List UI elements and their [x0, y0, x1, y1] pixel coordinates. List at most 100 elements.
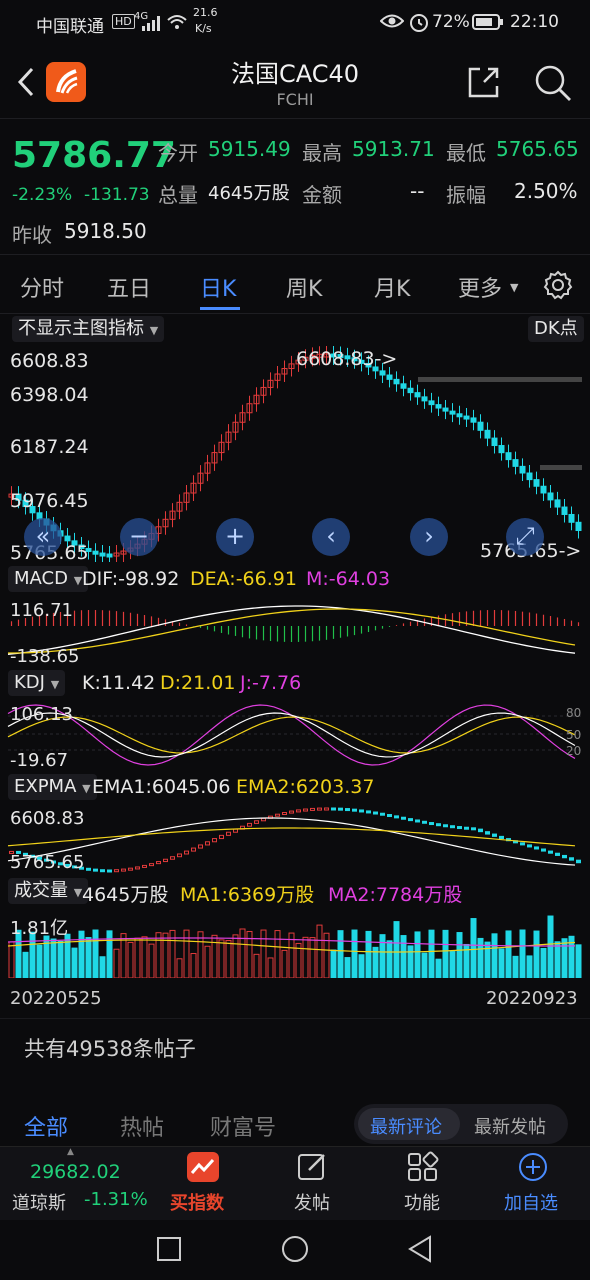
- volume-bar: [498, 948, 505, 978]
- y-label-1: 6608.83: [10, 350, 89, 372]
- candle-body: [547, 492, 554, 501]
- kdj-ref-50: 50: [566, 728, 582, 742]
- settings-gear-icon[interactable]: [542, 269, 574, 301]
- kdj-dropdown[interactable]: KDJ ▼: [8, 670, 66, 696]
- tab-intraday[interactable]: 分时: [20, 271, 64, 303]
- zoom-in-button[interactable]: +: [216, 518, 254, 556]
- volume-bar: [386, 940, 393, 978]
- tab-five-day[interactable]: 五日: [107, 271, 151, 303]
- dk-button[interactable]: DK点: [528, 316, 584, 342]
- tab-weekly-k[interactable]: 周K: [286, 271, 322, 303]
- candle-body: [99, 552, 106, 557]
- volume-bar: [141, 936, 148, 978]
- post-tabs: 全部 热帖 财富号 最新评论 最新发帖: [0, 1096, 590, 1146]
- function-grid-icon[interactable]: [406, 1151, 440, 1183]
- expma-candle: [338, 807, 343, 811]
- post-edit-icon[interactable]: [296, 1151, 330, 1183]
- expma-candle: [450, 825, 455, 829]
- expma-candle: [520, 842, 525, 846]
- expma-y-bottom: 5765.65: [10, 852, 85, 873]
- fullscreen-button[interactable]: ⤢: [506, 518, 544, 556]
- expma-candle: [107, 869, 112, 873]
- post-tab-wealth[interactable]: 财富号: [210, 1110, 276, 1142]
- volume-bar: [365, 930, 372, 978]
- volume-bar: [57, 940, 64, 978]
- post-label[interactable]: 发帖: [294, 1189, 330, 1215]
- candle-body: [540, 485, 547, 494]
- expma-candle: [219, 834, 224, 840]
- y-label-4: 5976.45: [10, 490, 89, 512]
- volume-bar: [414, 931, 421, 978]
- ticker-expand-icon[interactable]: ▲: [67, 1147, 74, 1157]
- search-icon[interactable]: [533, 63, 573, 103]
- volume-dropdown[interactable]: 成交量 ▼: [8, 878, 89, 904]
- expma-candle: [464, 826, 469, 830]
- main-indicator-dropdown[interactable]: 不显示主图指标 ▼: [12, 316, 165, 342]
- back-icon[interactable]: [406, 1234, 434, 1264]
- volume-bar: [477, 937, 484, 978]
- macd-dropdown[interactable]: MACD ▼: [8, 566, 89, 592]
- volume-bar: [22, 951, 29, 978]
- scroll-right-button[interactable]: ›: [410, 518, 448, 556]
- amount-label: 金额: [302, 183, 342, 207]
- eye-icon: [380, 14, 404, 28]
- post-tab-hot[interactable]: 热帖: [120, 1110, 164, 1142]
- expma-candle: [471, 827, 476, 831]
- candle-body: [512, 459, 519, 467]
- more-dropdown-icon[interactable]: ▼: [510, 281, 518, 294]
- expma-candle: [184, 850, 189, 855]
- expma-candle: [303, 808, 308, 812]
- expma-candle: [212, 838, 217, 843]
- scroll-start-button[interactable]: «: [24, 518, 62, 556]
- kdj-y-bottom: -19.67: [10, 750, 69, 771]
- expma-candle: [387, 814, 392, 818]
- volume-bar: [540, 947, 547, 978]
- macd-dropdown-icon: ▼: [73, 574, 83, 587]
- post-count-bar[interactable]: 共有49538条帖子: [0, 1018, 590, 1074]
- volume-bar: [302, 936, 309, 978]
- expma-candle: [142, 864, 147, 868]
- amplitude-value: 2.50%: [514, 179, 578, 203]
- function-label[interactable]: 功能: [404, 1189, 440, 1215]
- tab-monthly-k[interactable]: 月K: [374, 271, 410, 303]
- tab-more[interactable]: 更多: [458, 271, 502, 303]
- volume-bar: [337, 930, 344, 978]
- candle-body: [414, 392, 421, 398]
- tab-daily-k[interactable]: 日K: [200, 271, 236, 303]
- volume-bar: [519, 929, 526, 978]
- buy-index-label[interactable]: 买指数: [170, 1189, 224, 1215]
- volume-bar: [50, 938, 57, 978]
- candle-body: [449, 410, 456, 415]
- volume-bar: [225, 940, 232, 978]
- signal-icon: [142, 16, 160, 31]
- post-tab-all[interactable]: 全部: [24, 1110, 68, 1142]
- expma-dropdown[interactable]: EXPMA ▼: [8, 774, 97, 800]
- expma-candle: [548, 850, 553, 854]
- home-icon[interactable]: [280, 1234, 310, 1264]
- add-watchlist-label[interactable]: 加自选: [504, 1189, 558, 1215]
- candle-body: [568, 513, 575, 523]
- scroll-left-button[interactable]: ‹: [312, 518, 350, 556]
- recent-apps-icon[interactable]: [156, 1236, 182, 1262]
- expma-chart: [7, 807, 581, 873]
- candle-body: [106, 553, 113, 558]
- share-icon[interactable]: [466, 64, 502, 100]
- volume-bar: [155, 932, 162, 978]
- sort-latest-comment[interactable]: 最新评论: [370, 1113, 442, 1139]
- expma-candle: [499, 835, 504, 840]
- volume-bar: [232, 934, 239, 978]
- expma-ema1-line: [7, 817, 576, 866]
- sort-latest-post[interactable]: 最新发帖: [474, 1113, 546, 1139]
- candle-body: [393, 378, 400, 385]
- volume-value: 4645万股: [208, 183, 290, 204]
- support-band: [540, 465, 582, 470]
- expma-candle: [296, 809, 301, 813]
- volume-bar: [554, 941, 561, 978]
- expma-candle: [373, 811, 378, 815]
- buy-index-icon[interactable]: [186, 1151, 220, 1183]
- zoom-out-button[interactable]: −: [120, 518, 158, 556]
- expma-candle: [415, 819, 420, 823]
- expma-candle: [331, 807, 336, 811]
- macd-dea: DEA:-66.91: [190, 568, 297, 590]
- add-watchlist-icon[interactable]: [516, 1151, 550, 1183]
